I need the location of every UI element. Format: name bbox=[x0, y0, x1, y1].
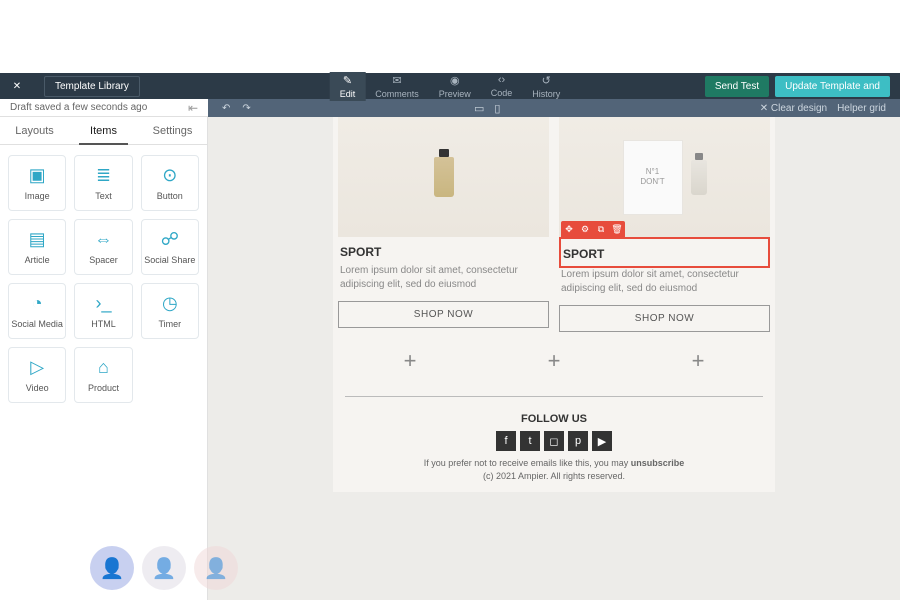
collapse-sidebar-icon[interactable]: ⇤ bbox=[188, 101, 198, 115]
html-icon: ›_ bbox=[95, 293, 111, 314]
facebook-icon[interactable]: f bbox=[496, 431, 516, 451]
undo-icon[interactable]: ↶ bbox=[222, 103, 230, 114]
update-template-button[interactable]: Update Template and bbox=[775, 76, 890, 97]
top-toolbar: ✕ Template Library ✎Edit ✉Comments ◉Prev… bbox=[0, 73, 900, 99]
close-icon[interactable]: ✕ bbox=[10, 79, 24, 93]
share-icon: ☍ bbox=[161, 229, 179, 250]
item-social-share[interactable]: ☍Social Share bbox=[141, 219, 199, 275]
template-library-button[interactable]: Template Library bbox=[44, 76, 140, 97]
twitter-icon[interactable]: t bbox=[520, 431, 540, 451]
eye-icon: ◉ bbox=[450, 74, 460, 87]
item-button[interactable]: ⊙Button bbox=[141, 155, 199, 211]
divider bbox=[345, 396, 763, 397]
clear-design-link[interactable]: ✕ Clear design bbox=[760, 103, 827, 114]
item-social-media[interactable]: ◔Social Media bbox=[8, 283, 66, 339]
add-block-slot[interactable]: + bbox=[482, 348, 626, 374]
settings-icon[interactable]: ⚙ bbox=[577, 221, 593, 237]
secondary-toolbar: Draft saved a few seconds ago ⇤ ↶ ↷ ▭ ▯ … bbox=[0, 99, 900, 117]
redo-icon[interactable]: ↷ bbox=[242, 103, 250, 114]
sidebar: Layouts Items Settings ▣Image ≣Text ⊙But… bbox=[0, 117, 208, 600]
delete-icon[interactable]: 🗑 bbox=[609, 221, 625, 237]
product-image: N°1 DON'T bbox=[559, 117, 770, 237]
tab-preview[interactable]: ◉Preview bbox=[429, 72, 481, 101]
youtube-icon[interactable]: ▶ bbox=[592, 431, 612, 451]
avatar[interactable]: 👤 bbox=[142, 546, 186, 590]
copyright-text: (c) 2021 Ampier. All rights reserved. bbox=[343, 470, 765, 483]
send-test-button[interactable]: Send Test bbox=[705, 76, 769, 97]
item-spacer[interactable]: ⇔Spacer bbox=[74, 219, 132, 275]
item-video[interactable]: ▷Video bbox=[8, 347, 66, 403]
item-article[interactable]: ▤Article bbox=[8, 219, 66, 275]
product-description: Lorem ipsum dolor sit amet, consectetur … bbox=[559, 268, 770, 305]
video-icon: ▷ bbox=[30, 357, 44, 378]
tab-settings[interactable]: Settings bbox=[138, 117, 207, 144]
add-block-slot[interactable]: + bbox=[626, 348, 770, 374]
product-icon: ⌂ bbox=[98, 357, 109, 378]
pencil-icon: ✎ bbox=[343, 74, 352, 87]
collaborator-avatars: 👤 👤 👤 bbox=[90, 546, 238, 590]
item-text[interactable]: ≣Text bbox=[74, 155, 132, 211]
product-description: Lorem ipsum dolor sit amet, consectetur … bbox=[338, 264, 549, 301]
globe-icon: ◔ bbox=[32, 293, 43, 314]
unsubscribe-text: If you prefer not to receive emails like… bbox=[343, 457, 765, 470]
tab-layouts[interactable]: Layouts bbox=[0, 117, 69, 144]
product-image bbox=[338, 117, 549, 237]
image-icon: ▣ bbox=[29, 165, 46, 186]
item-html[interactable]: ›_HTML bbox=[74, 283, 132, 339]
tab-history[interactable]: ↺History bbox=[522, 72, 570, 101]
item-timer[interactable]: ◷Timer bbox=[141, 283, 199, 339]
button-icon: ⊙ bbox=[162, 165, 177, 186]
instagram-icon[interactable]: ◻ bbox=[544, 431, 564, 451]
unsubscribe-link[interactable]: unsubscribe bbox=[631, 458, 685, 468]
article-icon: ▤ bbox=[29, 229, 46, 250]
pinterest-icon[interactable]: p bbox=[568, 431, 588, 451]
product-title: SPORT bbox=[561, 239, 768, 266]
comment-icon: ✉ bbox=[392, 74, 401, 87]
item-product[interactable]: ⌂Product bbox=[74, 347, 132, 403]
product-block-2[interactable]: N°1 DON'T ✥ ⚙ ⧉ 🗑 SPORT Lorem ipsum dolo… bbox=[559, 117, 770, 332]
helper-grid-link[interactable]: Helper grid bbox=[837, 103, 886, 114]
tab-code[interactable]: ‹›Code bbox=[481, 72, 523, 101]
product-title: SPORT bbox=[338, 237, 549, 264]
timer-icon: ◷ bbox=[162, 293, 178, 314]
history-icon: ↺ bbox=[542, 74, 551, 87]
mobile-preview-icon[interactable]: ▯ bbox=[494, 102, 500, 115]
duplicate-icon[interactable]: ⧉ bbox=[593, 221, 609, 237]
tab-edit[interactable]: ✎Edit bbox=[330, 72, 366, 101]
tab-comments[interactable]: ✉Comments bbox=[365, 72, 429, 101]
desktop-preview-icon[interactable]: ▭ bbox=[474, 102, 484, 115]
email-body: SPORT Lorem ipsum dolor sit amet, consec… bbox=[333, 117, 775, 492]
selection-handles: ✥ ⚙ ⧉ 🗑 bbox=[561, 221, 625, 237]
tab-items[interactable]: Items bbox=[69, 117, 138, 144]
product-block-1[interactable]: SPORT Lorem ipsum dolor sit amet, consec… bbox=[338, 117, 549, 332]
move-icon[interactable]: ✥ bbox=[561, 221, 577, 237]
follow-us-heading: FOLLOW US bbox=[343, 413, 765, 425]
editor-canvas[interactable]: SPORT Lorem ipsum dolor sit amet, consec… bbox=[208, 117, 900, 600]
code-icon: ‹› bbox=[498, 74, 505, 86]
item-image[interactable]: ▣Image bbox=[8, 155, 66, 211]
avatar[interactable]: 👤 bbox=[90, 546, 134, 590]
text-icon: ≣ bbox=[96, 165, 111, 186]
spacer-icon: ⇔ bbox=[94, 229, 112, 250]
shop-now-button[interactable]: SHOP NOW bbox=[559, 305, 770, 332]
add-block-slot[interactable]: + bbox=[338, 348, 482, 374]
avatar[interactable]: 👤 bbox=[194, 546, 238, 590]
shop-now-button[interactable]: SHOP NOW bbox=[338, 301, 549, 328]
draft-saved-status: Draft saved a few seconds ago bbox=[10, 102, 147, 113]
email-footer: FOLLOW US f t ◻ p ▶ If you prefer not to… bbox=[333, 403, 775, 492]
